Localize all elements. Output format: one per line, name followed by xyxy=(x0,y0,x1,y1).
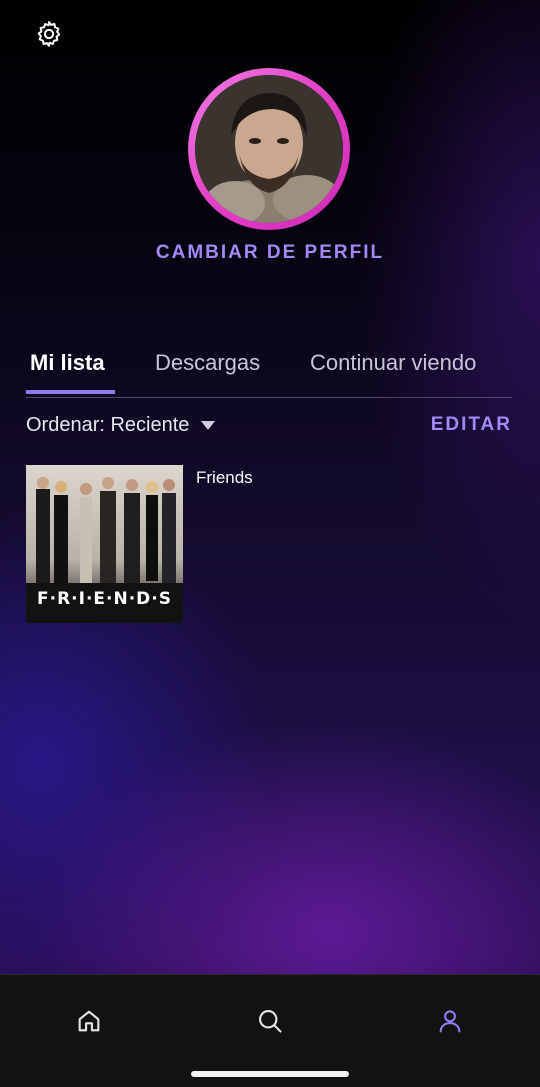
nav-profile-button[interactable] xyxy=(432,1003,468,1039)
list-item[interactable]: F·R·I·E·N·D·S Friends xyxy=(26,465,506,623)
edit-button[interactable]: EDITAR xyxy=(431,414,512,436)
poster-image: F·R·I·E·N·D·S xyxy=(26,465,183,623)
sort-label: Ordenar: Reciente xyxy=(26,414,190,436)
sort-dropdown[interactable]: Ordenar: Reciente xyxy=(26,414,216,437)
profile-avatar-button[interactable] xyxy=(188,68,350,230)
change-profile-button[interactable]: CAMBIAR DE PERFIL xyxy=(0,242,540,264)
caret-down-icon xyxy=(201,421,216,430)
poster-title: F·R·I·E·N·D·S xyxy=(37,589,172,609)
tab-descargas[interactable]: Descargas xyxy=(155,350,260,376)
nav-home-button[interactable] xyxy=(71,1003,107,1039)
search-icon xyxy=(259,1010,282,1033)
bottom-navigation xyxy=(0,974,540,1087)
home-indicator xyxy=(191,1071,349,1077)
avatar xyxy=(195,75,343,223)
gear-icon xyxy=(37,21,61,47)
list-item-title: Friends xyxy=(196,468,253,487)
tab-mi-lista[interactable]: Mi lista xyxy=(30,350,105,376)
tab-continuar-viendo[interactable]: Continuar viendo xyxy=(310,350,476,376)
tab-bar: Mi lista Descargas Continuar viendo xyxy=(26,344,512,398)
home-icon xyxy=(78,1010,100,1032)
user-icon xyxy=(439,1010,461,1033)
settings-button[interactable] xyxy=(33,18,65,50)
nav-search-button[interactable] xyxy=(252,1003,288,1039)
active-tab-indicator xyxy=(26,390,115,394)
